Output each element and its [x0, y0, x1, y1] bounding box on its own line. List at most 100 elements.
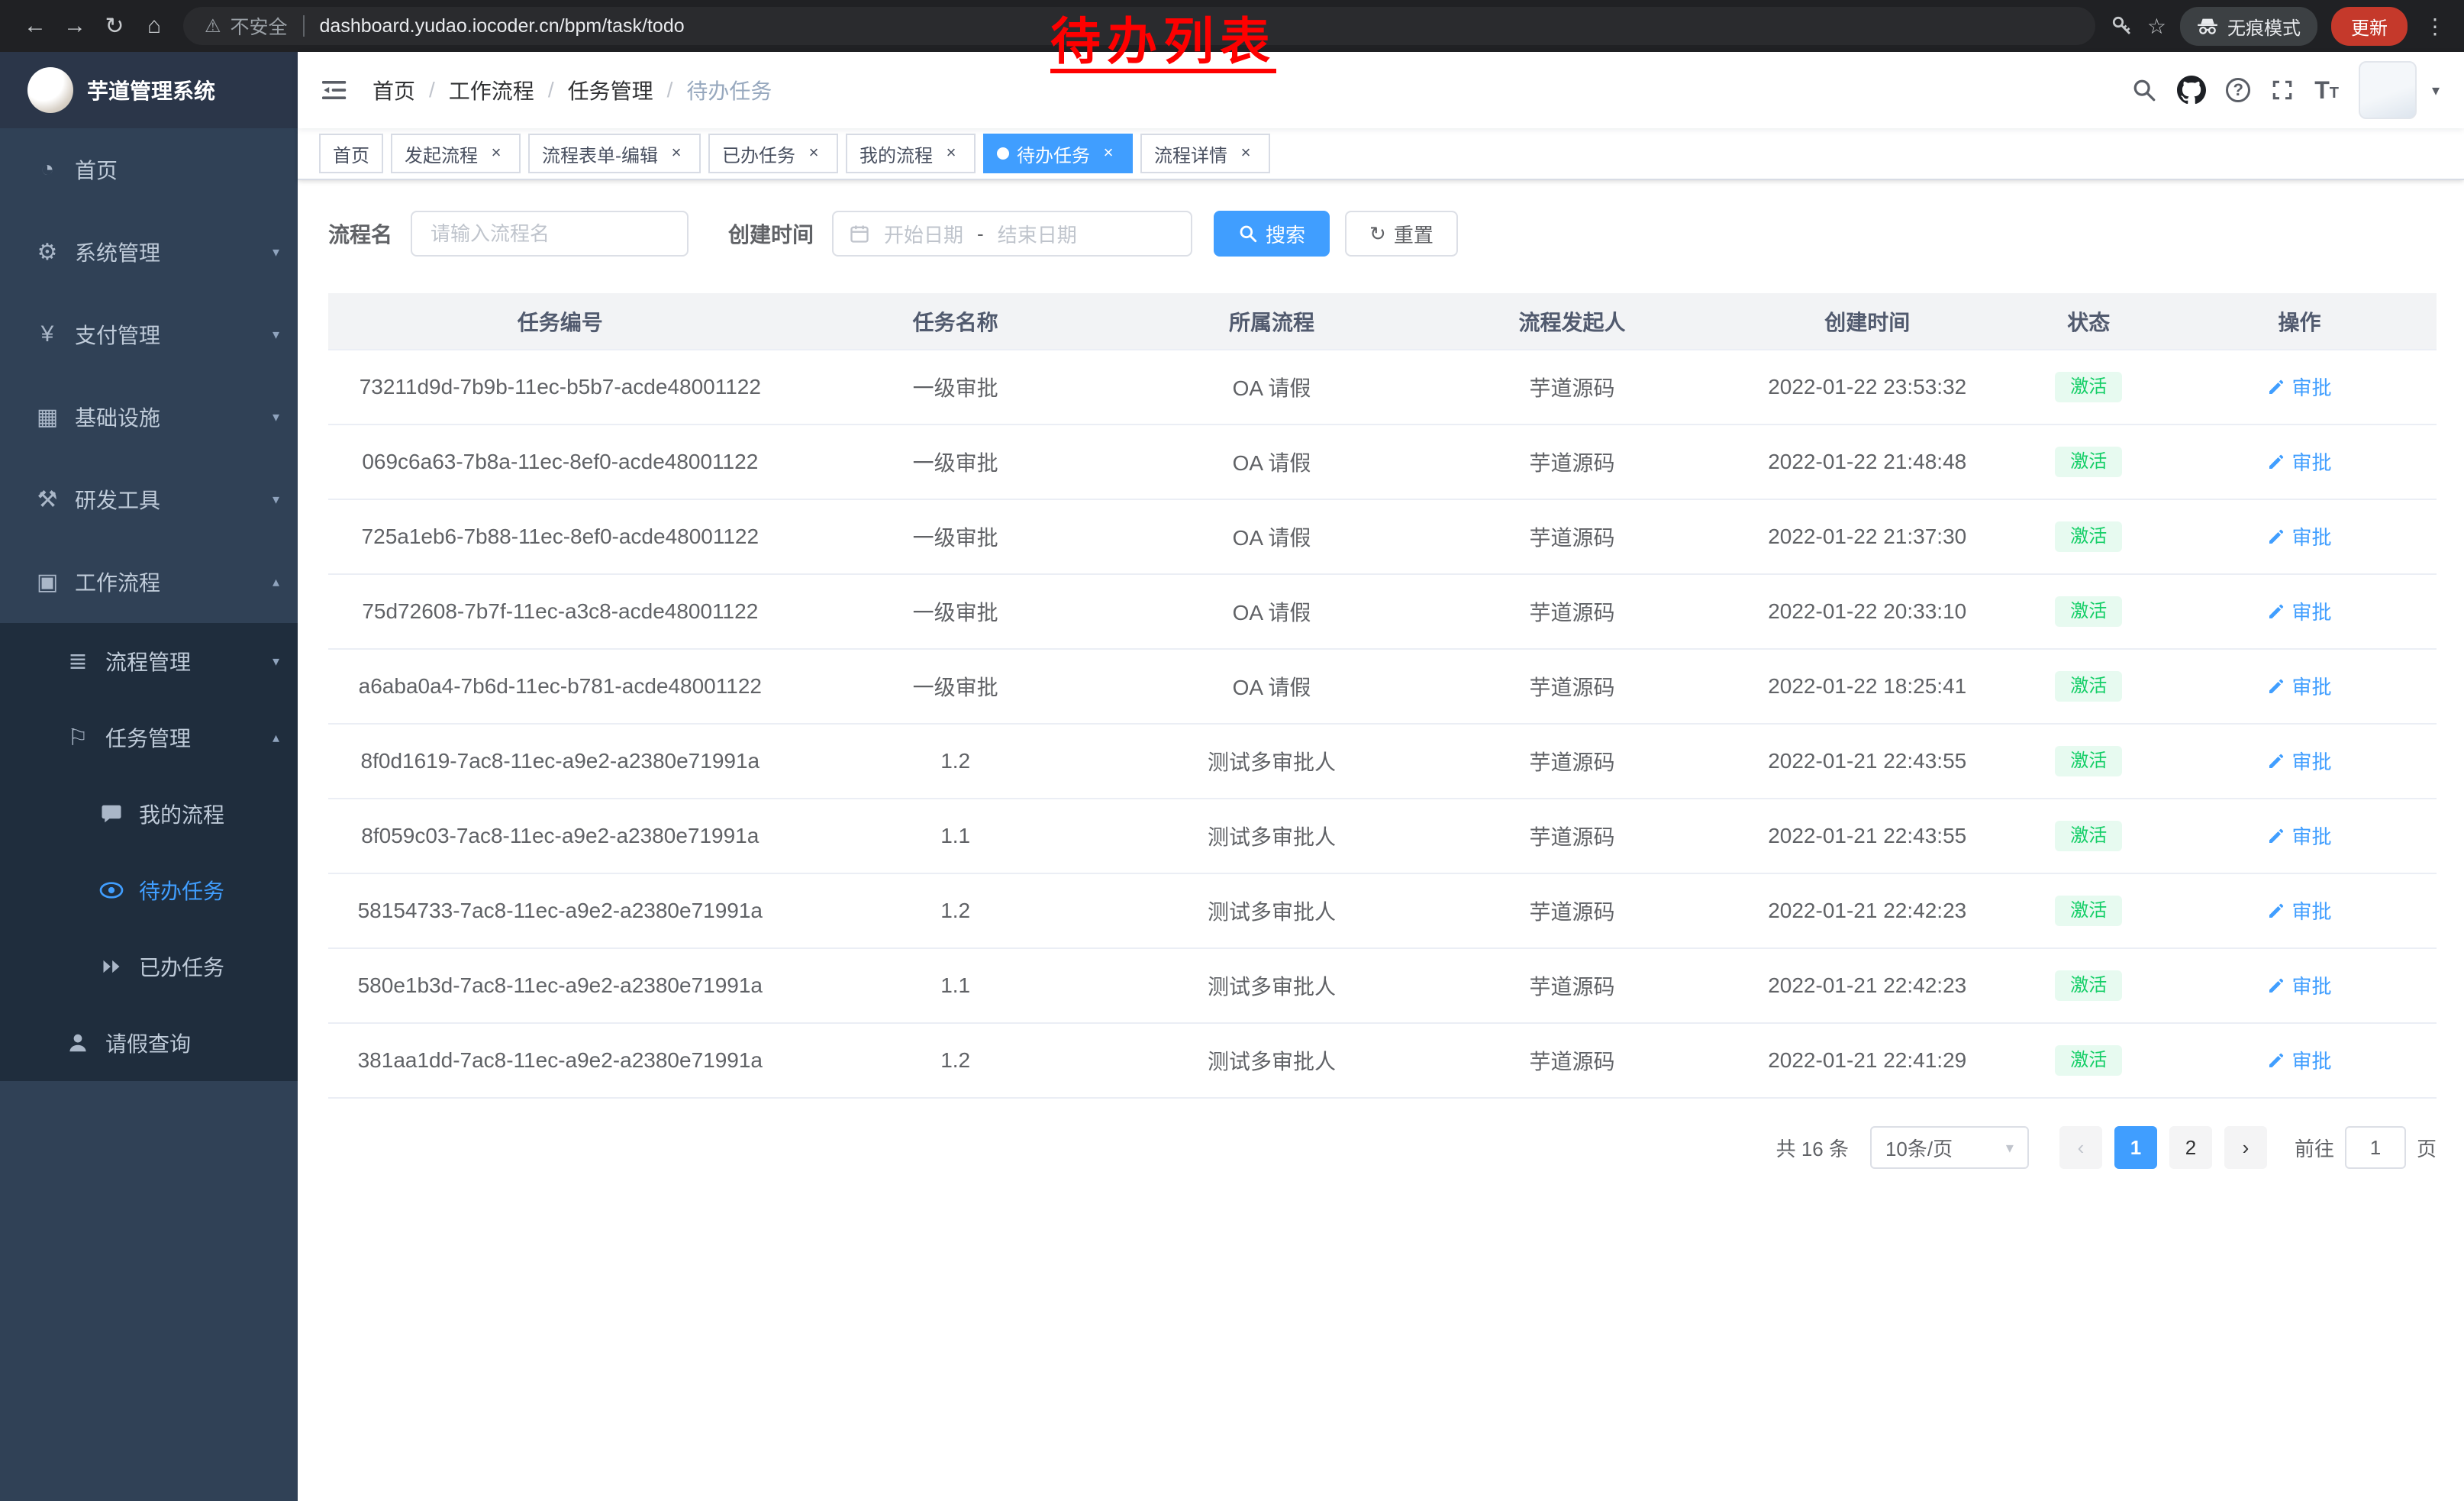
pencil-icon [2267, 677, 2285, 696]
process-name-input[interactable] [411, 211, 689, 257]
tab-process-detail[interactable]: 流程详情 × [1140, 134, 1270, 173]
app-title: 芋道管理系统 [87, 75, 215, 105]
breadcrumb-task-mgmt[interactable]: 任务管理 [568, 75, 653, 105]
sidebar-item-payment[interactable]: ¥ 支付管理 ▾ [0, 293, 298, 376]
approve-link[interactable]: 审批 [2267, 447, 2331, 476]
close-icon[interactable]: × [940, 143, 962, 164]
prev-page-button[interactable]: ‹ [2059, 1126, 2102, 1169]
chevron-down-icon: ▾ [273, 244, 279, 260]
approve-link[interactable]: 审批 [2267, 672, 2331, 700]
breadcrumb-separator: / [667, 78, 673, 102]
tab-my-process[interactable]: 我的流程 × [846, 134, 976, 173]
close-icon[interactable]: × [666, 143, 687, 164]
page-size-select[interactable]: 10条/页 ▾ [1870, 1126, 2029, 1169]
process-name-label: 流程名 [328, 218, 392, 249]
sidebar-toggle-icon[interactable] [322, 77, 348, 103]
help-icon[interactable]: ? [2226, 78, 2250, 102]
approve-link[interactable]: 审批 [2267, 1046, 2331, 1074]
approve-link[interactable]: 审批 [2267, 971, 2331, 999]
task-id-cell: 58154733-7ac8-11ec-a9e2-a2380e71991a [328, 873, 792, 948]
tab-home[interactable]: 首页 [319, 134, 383, 173]
fullscreen-icon[interactable] [2270, 78, 2295, 102]
sidebar-item-leave-query[interactable]: 请假查询 [0, 1005, 298, 1081]
approve-link[interactable]: 审批 [2267, 896, 2331, 925]
create-time-label: 创建时间 [728, 218, 814, 249]
task-id-cell: 73211d9d-7b9b-11ec-b5b7-acde48001122 [328, 350, 792, 424]
pencil-icon [2267, 827, 2285, 845]
bookmark-star-icon[interactable]: ☆ [2147, 14, 2166, 39]
caret-down-icon[interactable]: ▾ [2432, 81, 2440, 100]
sidebar-item-task-mgmt[interactable]: ⚐ 任务管理 ▴ [0, 699, 298, 776]
reset-button[interactable]: ↻ 重置 [1345, 211, 1458, 257]
table-row: 75d72608-7b7f-11ec-a3c8-acde48001122 一级审… [328, 574, 2437, 649]
sidebar-item-home[interactable]: ◔ 首页 [0, 128, 298, 211]
col-task-id: 任务编号 [328, 293, 792, 350]
sidebar-item-devtools[interactable]: ⚒ 研发工具 ▾ [0, 458, 298, 541]
task-id-cell: 069c6a63-7b8a-11ec-8ef0-acde48001122 [328, 424, 792, 499]
browser-menu-icon[interactable]: ⋮ [2421, 14, 2449, 39]
tab-todo-tasks[interactable]: 待办任务 × [983, 134, 1133, 173]
status-badge: 激活 [2055, 821, 2122, 851]
app-logo-row[interactable]: 芋道管理系统 [0, 52, 298, 128]
table-header-row: 任务编号 任务名称 所属流程 流程发起人 创建时间 状态 操作 [328, 293, 2437, 350]
security-label: 不安全 [231, 12, 288, 40]
user-icon [61, 1031, 95, 1054]
search-icon[interactable] [2131, 77, 2157, 103]
sidebar-item-label: 已办任务 [139, 951, 224, 982]
url-text: dashboard.yudao.iocoder.cn/bpm/task/todo [320, 15, 685, 37]
close-icon[interactable]: × [485, 143, 507, 164]
search-button[interactable]: 搜索 [1214, 211, 1330, 257]
question-glyph: ? [2226, 78, 2250, 102]
tab-done-tasks[interactable]: 已办任务 × [708, 134, 838, 173]
approve-link[interactable]: 审批 [2267, 747, 2331, 775]
user-avatar[interactable] [2359, 61, 2417, 119]
page-button-2[interactable]: 2 [2169, 1126, 2212, 1169]
sidebar: 芋道管理系统 ◔ 首页 ⚙ 系统管理 ▾ ¥ 支付管理 ▾ ▦ 基础设施 ▾ ⚒… [0, 52, 298, 1501]
sidebar-item-my-process[interactable]: 我的流程 [0, 776, 298, 852]
sidebar-item-process-mgmt[interactable]: ≣ 流程管理 ▾ [0, 623, 298, 699]
approve-link[interactable]: 审批 [2267, 373, 2331, 401]
tab-start-process[interactable]: 发起流程 × [391, 134, 521, 173]
col-task-name: 任务名称 [792, 293, 1119, 350]
chevron-down-icon: ▾ [273, 409, 279, 425]
sidebar-item-done-tasks[interactable]: 已办任务 [0, 928, 298, 1005]
tools-icon: ⚒ [31, 486, 64, 513]
browser-reload-icon[interactable]: ↻ [95, 13, 134, 40]
breadcrumb-workflow[interactable]: 工作流程 [449, 75, 534, 105]
status-badge: 激活 [2055, 372, 2122, 402]
workflow-icon: ▣ [31, 569, 64, 596]
next-page-button[interactable]: › [2224, 1126, 2267, 1169]
date-range-picker[interactable]: 开始日期 - 结束日期 [832, 211, 1192, 257]
tab-process-form-edit[interactable]: 流程表单-编辑 × [528, 134, 701, 173]
fast-forward-icon [95, 956, 128, 977]
omnibox-divider [303, 15, 305, 37]
browser-home-icon[interactable]: ⌂ [134, 13, 174, 39]
password-key-icon[interactable] [2111, 15, 2133, 37]
tags-view: 首页 发起流程 × 流程表单-编辑 × 已办任务 × 我的流程 × 待办任务 × [298, 128, 2464, 180]
sidebar-item-infrastructure[interactable]: ▦ 基础设施 ▾ [0, 376, 298, 458]
table-row: 73211d9d-7b9b-11ec-b5b7-acde48001122 一级审… [328, 350, 2437, 424]
github-icon[interactable] [2177, 76, 2206, 105]
chrome-update-button[interactable]: 更新 [2331, 7, 2408, 46]
approve-link[interactable]: 审批 [2267, 522, 2331, 550]
approve-link[interactable]: 审批 [2267, 597, 2331, 625]
page-button-1[interactable]: 1 [2114, 1126, 2157, 1169]
browser-forward-icon[interactable]: → [55, 13, 95, 39]
browser-back-icon[interactable]: ← [15, 13, 55, 39]
sidebar-item-workflow[interactable]: ▣ 工作流程 ▴ [0, 541, 298, 623]
breadcrumb-home[interactable]: 首页 [373, 75, 415, 105]
active-dot [997, 147, 1009, 160]
close-icon[interactable]: × [803, 143, 824, 164]
goto-page-input[interactable] [2345, 1126, 2406, 1169]
font-size-icon[interactable]: TT [2314, 78, 2339, 102]
sidebar-item-label: 任务管理 [105, 722, 191, 753]
incognito-label: 无痕模式 [2227, 13, 2301, 40]
infrastructure-icon: ▦ [31, 404, 64, 431]
sidebar-item-todo-tasks[interactable]: 待办任务 [0, 852, 298, 928]
approve-link[interactable]: 审批 [2267, 822, 2331, 850]
close-icon[interactable]: × [1098, 143, 1119, 164]
col-actions: 操作 [2162, 293, 2437, 350]
sidebar-item-system[interactable]: ⚙ 系统管理 ▾ [0, 211, 298, 293]
close-icon[interactable]: × [1235, 143, 1256, 164]
breadcrumb-separator: / [429, 78, 435, 102]
